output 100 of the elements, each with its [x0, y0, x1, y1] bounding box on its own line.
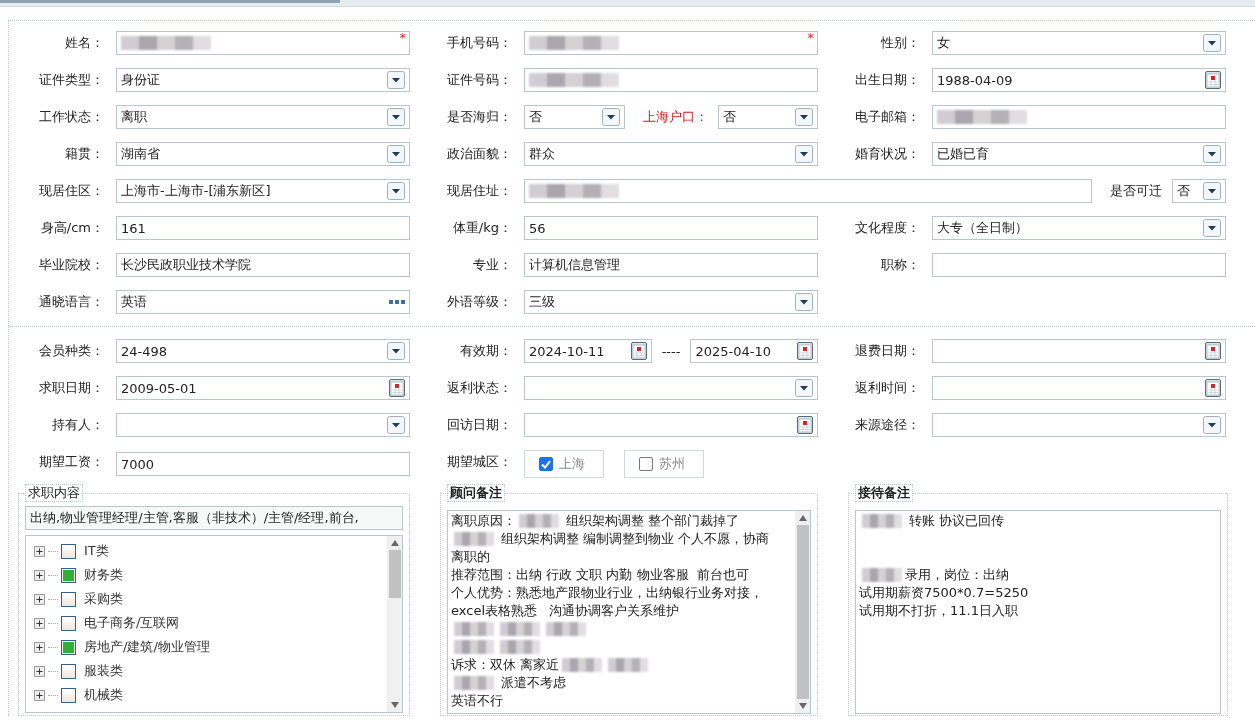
more-icon[interactable]: [389, 300, 405, 304]
select-field[interactable]: 上海市-上海市-[浦东新区]: [116, 179, 410, 203]
expand-icon[interactable]: [34, 617, 45, 629]
dropdown-icon[interactable]: [387, 108, 405, 126]
select-field[interactable]: 大专（全日制）: [932, 216, 1226, 240]
calendar-icon[interactable]: [1205, 71, 1221, 89]
checkbox[interactable]: [61, 543, 76, 559]
lookup-field[interactable]: 英语: [116, 290, 410, 314]
scroll-down-icon[interactable]: [798, 703, 807, 709]
dropdown-icon[interactable]: [387, 416, 405, 434]
input-field[interactable]: *: [524, 31, 818, 55]
dropdown-icon[interactable]: [1203, 416, 1221, 434]
expand-icon[interactable]: [34, 569, 45, 581]
tree-item[interactable]: 财务类: [34, 563, 387, 587]
select-field[interactable]: 24-498: [116, 339, 410, 363]
select-field[interactable]: 否: [1172, 179, 1226, 203]
expand-icon[interactable]: [34, 689, 45, 701]
checkbox[interactable]: [61, 615, 76, 631]
tree-item[interactable]: 采购类: [34, 587, 387, 611]
select-field[interactable]: 群众: [524, 142, 818, 166]
expand-icon[interactable]: [34, 593, 45, 605]
date-field[interactable]: 1988-04-09: [932, 68, 1226, 92]
calendar-icon[interactable]: [389, 379, 405, 397]
select-field[interactable]: [524, 376, 818, 400]
input-field[interactable]: 7000: [116, 452, 410, 476]
select-field[interactable]: 女: [932, 31, 1226, 55]
expand-icon[interactable]: [34, 665, 45, 677]
checkbox[interactable]: [61, 567, 76, 583]
calendar-icon[interactable]: [630, 342, 647, 360]
dropdown-icon[interactable]: [387, 342, 405, 360]
input-field[interactable]: 161: [116, 216, 410, 240]
checkbox[interactable]: [61, 591, 76, 607]
dropdown-icon[interactable]: [795, 108, 813, 126]
calendar-icon[interactable]: [797, 416, 813, 434]
date-field[interactable]: [524, 413, 818, 437]
checkbox[interactable]: [61, 663, 76, 679]
dropdown-icon[interactable]: [601, 108, 620, 126]
tree-item[interactable]: 电子商务/互联网: [34, 611, 387, 635]
input-field[interactable]: *: [116, 31, 410, 55]
checkbox[interactable]: [61, 639, 76, 655]
input-field[interactable]: 计算机信息管理: [524, 253, 818, 277]
field-label: 会员种类：: [39, 342, 104, 360]
checkbox[interactable]: [539, 457, 553, 471]
dropdown-icon[interactable]: [387, 145, 405, 163]
scroll-up-icon[interactable]: [390, 540, 399, 546]
scrollbar-thumb[interactable]: [796, 525, 809, 699]
blurred-text: [500, 640, 540, 654]
select-field[interactable]: 已婚已育: [932, 142, 1226, 166]
date-field[interactable]: 2024-10-11: [524, 339, 652, 363]
date-field[interactable]: [932, 376, 1226, 400]
input-field[interactable]: [524, 179, 1092, 203]
dropdown-icon[interactable]: [1203, 34, 1221, 52]
select-field[interactable]: 身份证: [116, 68, 410, 92]
notes-textarea[interactable]: 转账 协议已回传 录用，岗位：出纳 试用期薪资7500*0.7=5250 试用期不打折，11.1日入职: [855, 510, 1221, 714]
dropdown-icon[interactable]: [1203, 182, 1221, 200]
date-field[interactable]: 2009-05-01: [116, 376, 410, 400]
scroll-down-icon[interactable]: [390, 702, 399, 708]
scrollbar[interactable]: [795, 511, 810, 713]
scroll-up-icon[interactable]: [798, 515, 807, 521]
note-text: 录用，岗位：出纳: [905, 566, 1009, 584]
city-option[interactable]: 上海: [524, 450, 604, 478]
dropdown-icon[interactable]: [387, 182, 405, 200]
input-field[interactable]: 长沙民政职业技术学院: [116, 253, 410, 277]
tree-item[interactable]: 房地产/建筑/物业管理: [34, 635, 387, 659]
select-field[interactable]: 否: [524, 105, 625, 129]
tree-item[interactable]: 机械类: [34, 683, 387, 707]
calendar-icon[interactable]: [797, 342, 813, 360]
input-field[interactable]: [932, 253, 1226, 277]
date-field[interactable]: 2025-04-10: [690, 339, 818, 363]
section-legend: 顾问备注: [447, 484, 505, 502]
expand-icon[interactable]: [34, 641, 45, 653]
dropdown-icon[interactable]: [795, 293, 813, 311]
select-field[interactable]: [116, 413, 410, 437]
tree-item[interactable]: IT类: [34, 539, 387, 563]
city-option[interactable]: 苏州: [624, 450, 704, 478]
select-field[interactable]: 三级: [524, 290, 818, 314]
select-field[interactable]: [932, 413, 1226, 437]
dropdown-icon[interactable]: [795, 145, 813, 163]
date-field[interactable]: [932, 339, 1226, 363]
tree-item[interactable]: 服装类: [34, 659, 387, 683]
dropdown-icon[interactable]: [1203, 219, 1221, 237]
dropdown-icon[interactable]: [387, 71, 405, 89]
field-label: 求职日期：: [39, 379, 104, 397]
input-field[interactable]: [932, 105, 1226, 129]
checkbox[interactable]: [639, 457, 653, 471]
input-field[interactable]: 56: [524, 216, 818, 240]
dropdown-icon[interactable]: [795, 379, 813, 397]
dropdown-icon[interactable]: [1203, 145, 1221, 163]
checkbox[interactable]: [61, 687, 76, 703]
input-field[interactable]: [524, 68, 818, 92]
scrollbar-thumb[interactable]: [388, 550, 401, 598]
select-field[interactable]: 湖南省: [116, 142, 410, 166]
expand-icon[interactable]: [34, 545, 45, 557]
select-field[interactable]: 否: [717, 105, 818, 129]
input-field[interactable]: 出纳,物业管理经理/主管,客服（非技术）/主管/经理,前台,: [25, 506, 403, 530]
calendar-icon[interactable]: [1205, 342, 1221, 360]
calendar-icon[interactable]: [1205, 379, 1221, 397]
notes-textarea[interactable]: 离职原因： 组织架构调整 整个部门裁掉了 组织架构调整 编制调整到物业 个人不愿，协商 离职的 推荐范围：出纳 行政 文职 内勤 物业客服 前台也可 个人优势：熟悉地产跟物业行业，出纳银行业务对接， excel表格熟悉 沟通协调客户关系维护 诉求：双休 离家近 派遣不考虑 英语不行: [447, 510, 811, 714]
select-field[interactable]: 离职: [116, 105, 410, 129]
scrollbar[interactable]: [387, 536, 402, 712]
